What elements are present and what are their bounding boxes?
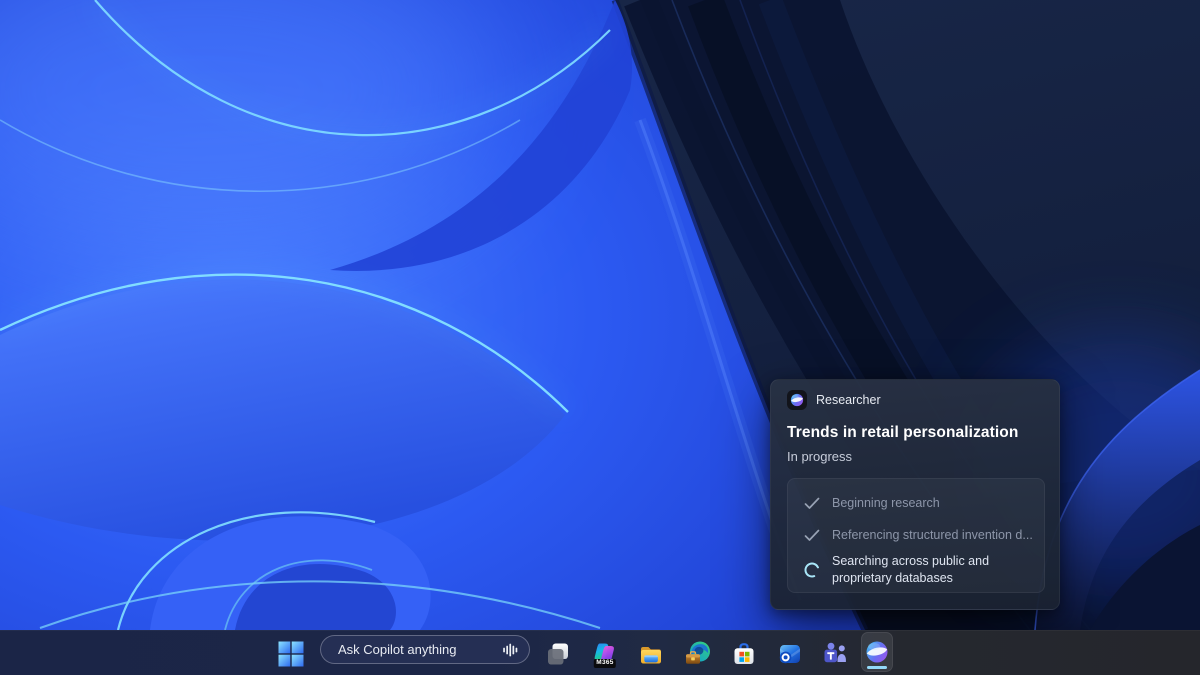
app-name: Researcher xyxy=(816,393,881,407)
researcher-app-icon xyxy=(787,390,807,410)
desktop: Researcher Trends in retail personalizat… xyxy=(0,0,1200,675)
edge-for-business-icon xyxy=(685,641,712,667)
taskbar-file-explorer-button[interactable] xyxy=(632,634,670,673)
taskbar-outlook-button[interactable] xyxy=(771,634,809,673)
voice-waveform-icon[interactable] xyxy=(502,642,518,658)
researcher-sphere-icon xyxy=(865,640,889,664)
start-button[interactable] xyxy=(272,634,310,673)
file-explorer-icon xyxy=(638,641,664,667)
step-row: Referencing structured invention d... xyxy=(788,527,1033,544)
active-app-indicator xyxy=(867,666,887,669)
outlook-icon xyxy=(777,641,803,667)
search-placeholder: Ask Copilot anything xyxy=(338,642,502,657)
check-icon xyxy=(802,497,822,510)
taskbar-m365-copilot-button[interactable]: M365 xyxy=(586,634,624,673)
task-view-icon xyxy=(545,641,571,667)
researcher-sphere-icon xyxy=(790,393,804,407)
step-label: Searching across public and proprietary … xyxy=(832,553,1014,586)
taskbar-task-view-button[interactable] xyxy=(539,634,577,673)
spinner-icon xyxy=(802,562,822,578)
taskbar-store-button[interactable] xyxy=(725,634,763,673)
card-title: Trends in retail personalization xyxy=(787,424,1018,442)
taskbar-researcher-button[interactable] xyxy=(861,632,893,672)
teams-icon xyxy=(823,641,849,667)
researcher-progress-card[interactable]: Researcher Trends in retail personalizat… xyxy=(770,379,1060,610)
taskbar: Ask Copilot anything xyxy=(0,630,1200,675)
check-icon xyxy=(802,529,822,542)
step-label: Referencing structured invention d... xyxy=(832,527,1033,544)
taskbar-teams-button[interactable] xyxy=(817,634,855,673)
card-status: In progress xyxy=(787,449,852,464)
microsoft-store-icon xyxy=(731,641,757,667)
progress-steps-panel: Beginning research Referencing structure… xyxy=(787,478,1045,593)
step-row: Searching across public and proprietary … xyxy=(788,553,1014,586)
taskbar-edge-business-button[interactable] xyxy=(679,634,717,673)
card-header: Researcher xyxy=(787,390,881,410)
step-row: Beginning research xyxy=(788,495,940,512)
step-label: Beginning research xyxy=(832,495,940,512)
m365-badge: M365 xyxy=(594,659,616,668)
windows-logo-icon xyxy=(278,641,304,667)
copilot-search-box[interactable]: Ask Copilot anything xyxy=(320,635,530,664)
